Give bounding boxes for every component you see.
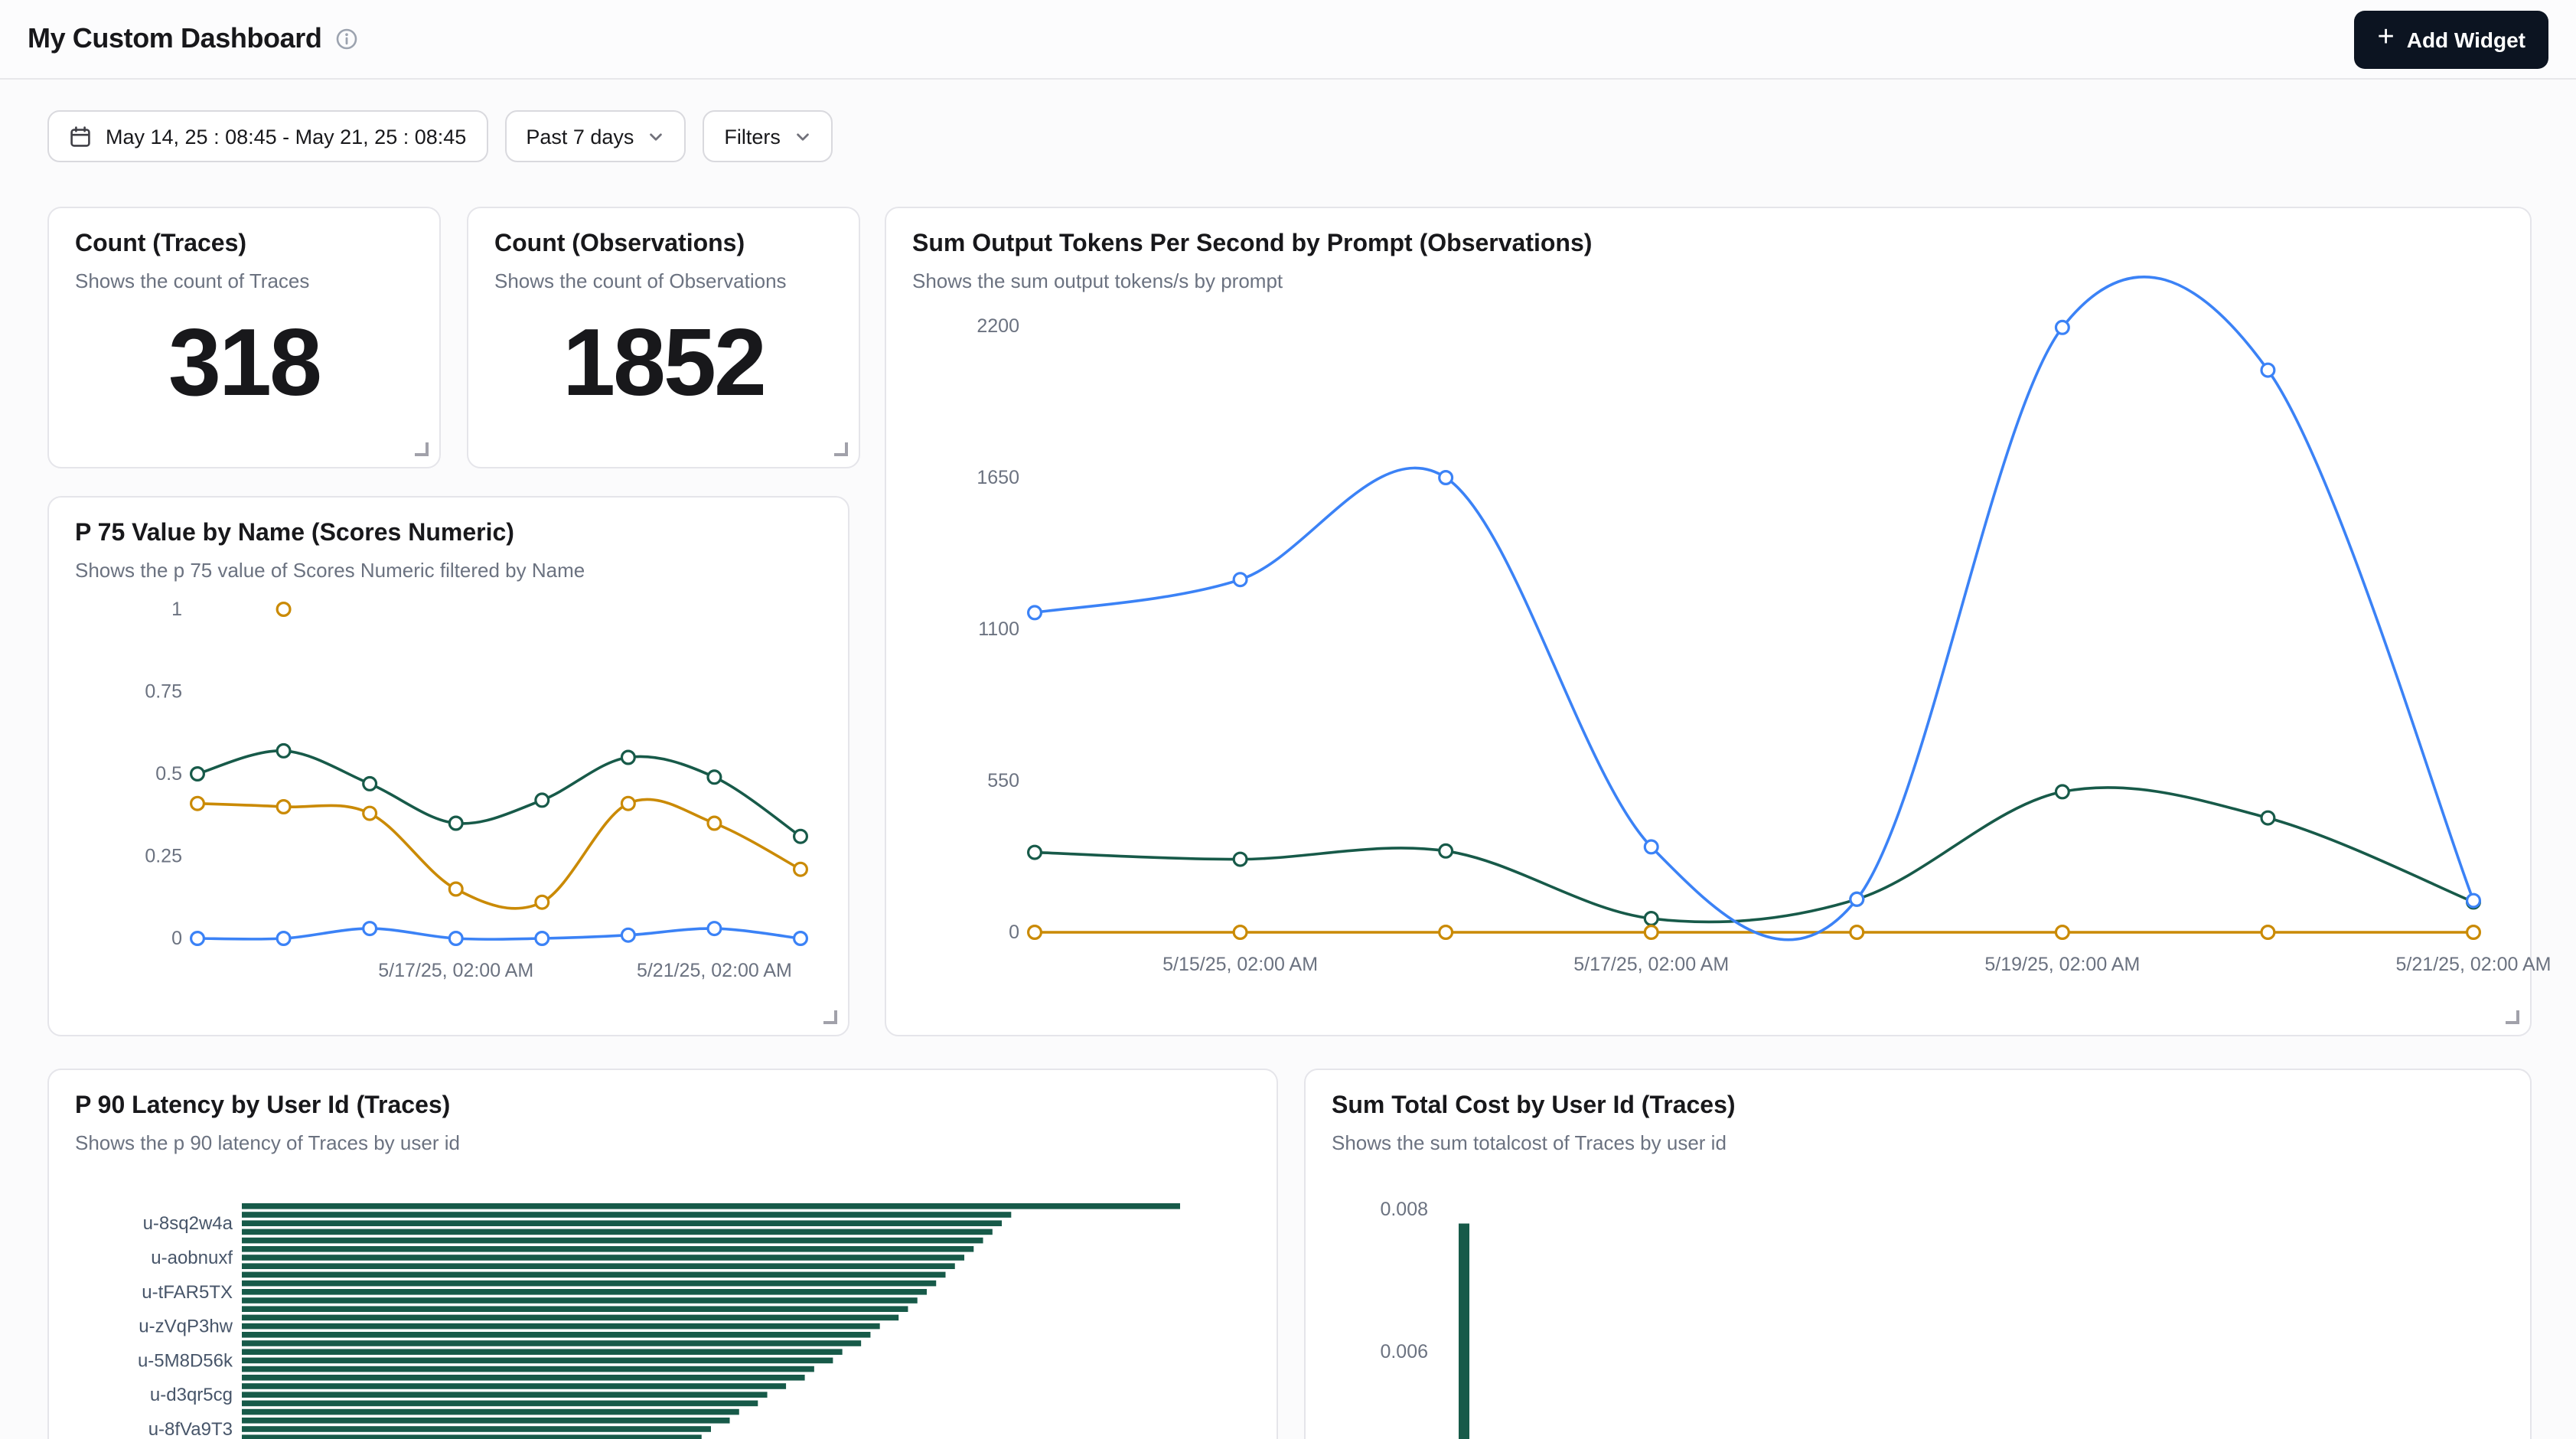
svg-text:5/21/25, 02:00 AM: 5/21/25, 02:00 AM xyxy=(2396,954,2552,975)
resize-handle-icon[interactable] xyxy=(415,442,429,456)
plus-icon: + xyxy=(2378,23,2395,52)
dashboard-root: My Custom Dashboard + Add Widget May 14,… xyxy=(0,0,2576,1439)
widget-subtitle: Shows the count of Traces xyxy=(75,269,413,292)
chevron-down-icon xyxy=(794,128,811,145)
widget-title: Count (Traces) xyxy=(75,231,413,259)
svg-text:5/21/25, 02:00 AM: 5/21/25, 02:00 AM xyxy=(637,960,792,981)
page-title: My Custom Dashboard xyxy=(28,23,321,55)
calendar-icon xyxy=(69,125,92,148)
widget-title: P 75 Value by Name (Scores Numeric) xyxy=(75,520,822,548)
svg-text:0: 0 xyxy=(171,928,182,949)
widget-subtitle: Shows the sum output tokens/s by prompt xyxy=(912,269,2504,292)
svg-text:5/17/25, 02:00 AM: 5/17/25, 02:00 AM xyxy=(378,960,533,981)
chevron-down-icon xyxy=(647,128,664,145)
svg-text:1650: 1650 xyxy=(977,467,1019,488)
svg-text:0.25: 0.25 xyxy=(145,846,182,867)
svg-text:u-zVqP3hw: u-zVqP3hw xyxy=(139,1317,233,1337)
tokens-by-prompt-chart[interactable]: 0 550 1100 1650 2200 5/15/25, 02:00 AM 5/17/25… xyxy=(912,295,2504,1012)
resize-handle-icon[interactable] xyxy=(2506,1010,2519,1024)
svg-text:u-d3qr5cg: u-d3qr5cg xyxy=(150,1385,233,1405)
filter-toolbar: May 14, 25 : 08:45 - May 21, 25 : 08:45 … xyxy=(47,110,833,162)
svg-text:5/17/25, 02:00 AM: 5/17/25, 02:00 AM xyxy=(1573,954,1729,975)
info-icon-glyph xyxy=(335,28,358,51)
svg-text:u-tFAR5TX: u-tFAR5TX xyxy=(142,1282,233,1303)
svg-text:u-8sq2w4a: u-8sq2w4a xyxy=(143,1213,233,1234)
add-widget-label: Add Widget xyxy=(2407,27,2525,51)
widget-title: Sum Total Cost by User Id (Traces) xyxy=(1332,1093,2504,1121)
info-icon[interactable] xyxy=(335,28,358,51)
date-range-value: May 14, 25 : 08:45 - May 21, 25 : 08:45 xyxy=(106,125,466,148)
chart-area: u-8sq2w4a u-aobnuxf u-tFAR5TX u-zVqP3hw u-5M… xyxy=(75,1157,1251,1439)
chart-area: 0 0.25 0.5 0.75 1 5/17/25, 02:00 AM 5/21/25, 0… xyxy=(75,585,822,1012)
widget-count-observations: Count (Observations) Shows the count of … xyxy=(467,207,860,468)
widget-tokens-per-second-chart: Sum Output Tokens Per Second by Prompt (… xyxy=(885,207,2532,1036)
svg-text:5/15/25, 02:00 AM: 5/15/25, 02:00 AM xyxy=(1162,954,1318,975)
svg-text:5/19/25, 02:00 AM: 5/19/25, 02:00 AM xyxy=(1984,954,2140,975)
svg-text:0.75: 0.75 xyxy=(145,681,182,703)
svg-text:0: 0 xyxy=(1009,922,1019,943)
total-cost-chart[interactable]: 0.008 0.006 xyxy=(1332,1157,2504,1439)
metric-value: 318 xyxy=(75,295,413,444)
metric-value: 1852 xyxy=(494,295,833,444)
p90-latency-chart[interactable]: u-8sq2w4a u-aobnuxf u-tFAR5TX u-zVqP3hw u-5M… xyxy=(75,1157,1251,1439)
widget-subtitle: Shows the p 90 latency of Traces by user… xyxy=(75,1131,1251,1154)
svg-text:u-5M8D56k: u-5M8D56k xyxy=(138,1350,233,1371)
widget-p90-latency-chart: P 90 Latency by User Id (Traces) Shows t… xyxy=(47,1069,1278,1439)
svg-text:0.008: 0.008 xyxy=(1380,1199,1428,1220)
svg-text:0.006: 0.006 xyxy=(1380,1341,1428,1362)
filters-dropdown[interactable]: Filters xyxy=(703,110,833,162)
p75-scores-chart[interactable]: 0 0.25 0.5 0.75 1 5/17/25, 02:00 AM 5/21/25, 0… xyxy=(75,585,822,1012)
date-preset-dropdown[interactable]: Past 7 days xyxy=(504,110,686,162)
svg-text:550: 550 xyxy=(987,770,1019,791)
widget-title: P 90 Latency by User Id (Traces) xyxy=(75,1093,1251,1121)
widget-title: Sum Output Tokens Per Second by Prompt (… xyxy=(912,231,2504,259)
svg-text:u-8fVa9T3: u-8fVa9T3 xyxy=(148,1419,233,1439)
svg-text:2200: 2200 xyxy=(977,315,1019,337)
chart-area: 0.008 0.006 xyxy=(1332,1157,2504,1439)
widget-total-cost-chart: Sum Total Cost by User Id (Traces) Shows… xyxy=(1304,1069,2532,1439)
widget-subtitle: Shows the count of Observations xyxy=(494,269,833,292)
date-preset-value: Past 7 days xyxy=(526,125,634,148)
svg-text:0.5: 0.5 xyxy=(155,763,182,785)
resize-handle-icon[interactable] xyxy=(834,442,848,456)
widget-title: Count (Observations) xyxy=(494,231,833,259)
page-header: My Custom Dashboard + Add Widget xyxy=(0,0,2576,80)
chart-area: 0 550 1100 1650 2200 5/15/25, 02:00 AM 5/17/25… xyxy=(912,295,2504,1012)
svg-text:1: 1 xyxy=(171,599,182,620)
widget-p75-scores-chart: P 75 Value by Name (Scores Numeric) Show… xyxy=(47,496,849,1036)
widget-count-traces: Count (Traces) Shows the count of Traces… xyxy=(47,207,441,468)
resize-handle-icon[interactable] xyxy=(823,1010,837,1024)
filters-label: Filters xyxy=(724,125,781,148)
widget-subtitle: Shows the p 75 value of Scores Numeric f… xyxy=(75,559,822,582)
svg-text:1100: 1100 xyxy=(978,618,1019,640)
svg-text:u-aobnuxf: u-aobnuxf xyxy=(151,1248,233,1268)
widget-subtitle: Shows the sum totalcost of Traces by use… xyxy=(1332,1131,2504,1154)
add-widget-button[interactable]: + Add Widget xyxy=(2355,10,2549,68)
date-range-picker[interactable]: May 14, 25 : 08:45 - May 21, 25 : 08:45 xyxy=(47,110,487,162)
